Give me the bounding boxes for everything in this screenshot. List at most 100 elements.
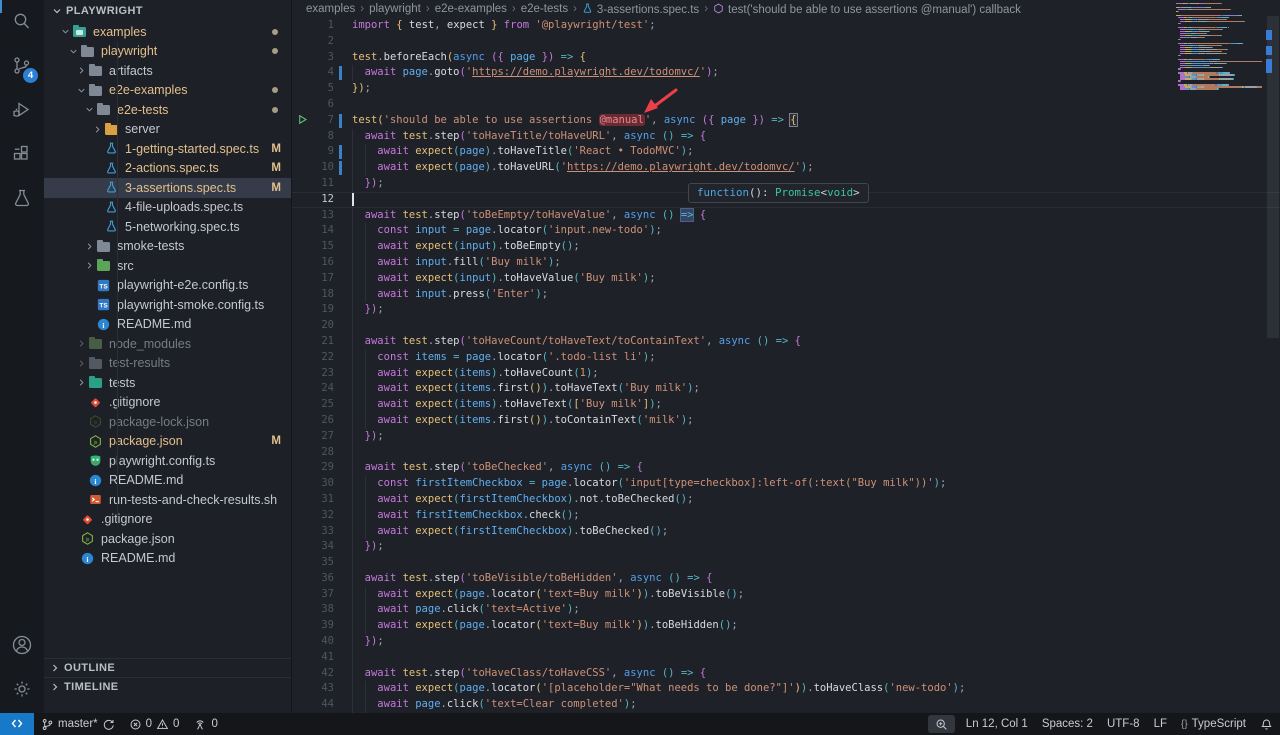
code-line[interactable]: 8 await test.step('toHaveTitle/toHaveURL… — [292, 129, 1280, 145]
tree-item-3-assertions.spec.ts[interactable]: 3-assertions.spec.tsM — [44, 178, 291, 198]
tree-item-src[interactable]: src — [44, 256, 291, 276]
tree-item-package.json[interactable]: jspackage.jsonM — [44, 432, 291, 452]
code-line[interactable]: 28 — [292, 445, 1280, 461]
code-line[interactable]: 43 await expect(page.locator('[placehold… — [292, 681, 1280, 697]
code-line[interactable]: 5}); — [292, 81, 1280, 97]
tree-item-1-getting-started.spec.ts[interactable]: 1-getting-started.spec.tsM — [44, 139, 291, 159]
account-icon[interactable] — [0, 623, 44, 667]
tree-item-tests[interactable]: tests — [44, 373, 291, 393]
code-line[interactable]: 20 — [292, 318, 1280, 334]
testing-icon[interactable] — [0, 176, 44, 220]
code-line[interactable]: 19 }); — [292, 302, 1280, 318]
tree-item-e2e-tests[interactable]: e2e-tests — [44, 100, 291, 120]
tree-item-server[interactable]: server — [44, 120, 291, 140]
code-line[interactable]: 10 await expect(page).toHaveURL('https:/… — [292, 160, 1280, 176]
code-line[interactable]: 22 const items = page.locator('.todo-lis… — [292, 350, 1280, 366]
code-line[interactable]: 31 await expect(firstItemCheckbox).not.t… — [292, 492, 1280, 508]
code-line[interactable]: 38 await page.click('text=Active'); — [292, 602, 1280, 618]
extensions-icon[interactable] — [0, 132, 44, 176]
tree-item-playwright-e2e.config.ts[interactable]: TSplaywright-e2e.config.ts — [44, 276, 291, 296]
tree-twistie-empty — [74, 454, 89, 468]
breadcrumb-item[interactable]: playwright — [369, 3, 421, 15]
code-line[interactable]: 34 }); — [292, 539, 1280, 555]
tree-item-readme.md[interactable]: iREADME.md — [44, 315, 291, 335]
code-line[interactable]: 37 await expect(page.locator('text=Buy m… — [292, 587, 1280, 603]
tree-item-artifacts[interactable]: artifacts — [44, 61, 291, 81]
timeline-panel-header[interactable]: TIMELINE — [44, 677, 291, 696]
outline-panel-header[interactable]: OUTLINE — [44, 658, 291, 677]
code-line[interactable]: 25 await expect(items).toHaveText(['Buy … — [292, 397, 1280, 413]
run-debug-icon[interactable] — [0, 88, 44, 132]
code-line[interactable]: 6 — [292, 97, 1280, 113]
code-line[interactable]: 15 await expect(input).toBeEmpty(); — [292, 239, 1280, 255]
tree-item-examples[interactable]: examples — [44, 22, 291, 42]
minimap[interactable] — [1176, 3, 1262, 99]
eol-status[interactable]: LF — [1147, 713, 1174, 735]
code-line[interactable]: 24 await expect(items.first()).toHaveTex… — [292, 381, 1280, 397]
tree-item-playwright-smoke.config.ts[interactable]: TSplaywright-smoke.config.ts — [44, 295, 291, 315]
search-icon[interactable] — [0, 0, 44, 44]
ports-status[interactable]: 0 — [186, 713, 224, 735]
problems-status[interactable]: 0 0 — [122, 713, 187, 735]
language-mode-status[interactable]: {} TypeScript — [1174, 713, 1253, 735]
code-line[interactable]: 2 — [292, 34, 1280, 50]
tree-item-e2e-examples[interactable]: e2e-examples — [44, 81, 291, 101]
code-line[interactable]: 27 }); — [292, 429, 1280, 445]
tree-item-playwright[interactable]: playwright — [44, 42, 291, 62]
tree-item-node-modules[interactable]: node_modules — [44, 334, 291, 354]
breadcrumb-item[interactable]: 3-assertions.spec.ts — [582, 3, 699, 16]
code-line[interactable]: 9 await expect(page).toHaveTitle('React … — [292, 144, 1280, 160]
code-line[interactable]: 16 await input.fill('Buy milk'); — [292, 255, 1280, 271]
cursor-position-status[interactable]: Ln 12, Col 1 — [959, 713, 1035, 735]
tree-item-readme.md[interactable]: iREADME.md — [44, 471, 291, 491]
code-line[interactable]: 17 await expect(input).toHaveValue('Buy … — [292, 271, 1280, 287]
code-line[interactable]: 40 }); — [292, 634, 1280, 650]
code-line[interactable]: 41 — [292, 650, 1280, 666]
code-line[interactable]: 14 const input = page.locator('input.new… — [292, 223, 1280, 239]
tree-item-2-actions.spec.ts[interactable]: 2-actions.spec.tsM — [44, 159, 291, 179]
code-line[interactable]: 26 await expect(items.first()).toContain… — [292, 413, 1280, 429]
tree-item-4-file-uploads.spec.ts[interactable]: 4-file-uploads.spec.ts — [44, 198, 291, 218]
breadcrumb-item[interactable]: e2e-tests — [521, 3, 568, 15]
code-line[interactable]: 44 await page.click('text=Clear complete… — [292, 697, 1280, 713]
tree-item-package.json[interactable]: jspackage.json — [44, 529, 291, 549]
notifications-bell-icon[interactable] — [1253, 713, 1280, 735]
code-line[interactable]: 30 const firstItemCheckbox = page.locato… — [292, 476, 1280, 492]
code-line[interactable]: 21 await test.step('toHaveCount/toHaveTe… — [292, 334, 1280, 350]
code-line[interactable]: 39 await expect(page.locator('text=Buy m… — [292, 618, 1280, 634]
tree-item-smoke-tests[interactable]: smoke-tests — [44, 237, 291, 257]
tree-item-5-networking.spec.ts[interactable]: 5-networking.spec.ts — [44, 217, 291, 237]
tree-item-package-lock.json[interactable]: jspackage-lock.json — [44, 412, 291, 432]
code-line[interactable]: 7test('should be able to use assertions … — [292, 113, 1280, 129]
tree-item-.gitignore[interactable]: .gitignore — [44, 510, 291, 530]
tree-item-playwright.config.ts[interactable]: playwright.config.ts — [44, 451, 291, 471]
tree-item-test-results[interactable]: test-results — [44, 354, 291, 374]
code-line[interactable]: 4 await page.goto('https://demo.playwrig… — [292, 65, 1280, 81]
code-line[interactable]: 42 await test.step('toHaveClass/toHaveCS… — [292, 666, 1280, 682]
code-line[interactable]: 32 await firstItemCheckbox.check(); — [292, 508, 1280, 524]
breadcrumb-item[interactable]: test('should be able to use assertions @… — [713, 3, 1021, 16]
code-line[interactable]: 33 await expect(firstItemCheckbox).toBeC… — [292, 524, 1280, 540]
git-branch-status[interactable]: master* — [34, 713, 122, 735]
breadcrumb-item[interactable]: examples — [306, 3, 355, 15]
remote-indicator[interactable] — [0, 713, 34, 735]
code-line[interactable]: 3test.beforeEach(async ({ page }) => { — [292, 50, 1280, 66]
code-area[interactable]: 1import { test, expect } from '@playwrig… — [292, 18, 1280, 713]
code-line[interactable]: 18 await input.press('Enter'); — [292, 287, 1280, 303]
breadcrumb-item[interactable]: e2e-examples — [435, 3, 507, 15]
code-line[interactable]: 36 await test.step('toBeVisible/toBeHidd… — [292, 571, 1280, 587]
zoom-status[interactable] — [928, 715, 955, 733]
tree-item-.gitignore[interactable]: .gitignore — [44, 393, 291, 413]
tree-item-readme.md[interactable]: iREADME.md — [44, 549, 291, 569]
encoding-status[interactable]: UTF-8 — [1100, 713, 1147, 735]
tree-item-run-tests-and-check-results.sh[interactable]: run-tests-and-check-results.sh — [44, 490, 291, 510]
source-control-icon[interactable]: 4 — [0, 44, 44, 88]
code-line[interactable]: 35 — [292, 555, 1280, 571]
code-line[interactable]: 23 await expect(items).toHaveCount(1); — [292, 366, 1280, 382]
code-line[interactable]: 29 await test.step('toBeChecked', async … — [292, 460, 1280, 476]
settings-gear-icon[interactable] — [0, 667, 44, 711]
explorer-section-header[interactable]: PLAYWRIGHT — [44, 0, 291, 22]
code-line[interactable]: 13 await test.step('toBeEmpty/toHaveValu… — [292, 208, 1280, 224]
code-line[interactable]: 1import { test, expect } from '@playwrig… — [292, 18, 1280, 34]
indentation-status[interactable]: Spaces: 2 — [1035, 713, 1100, 735]
